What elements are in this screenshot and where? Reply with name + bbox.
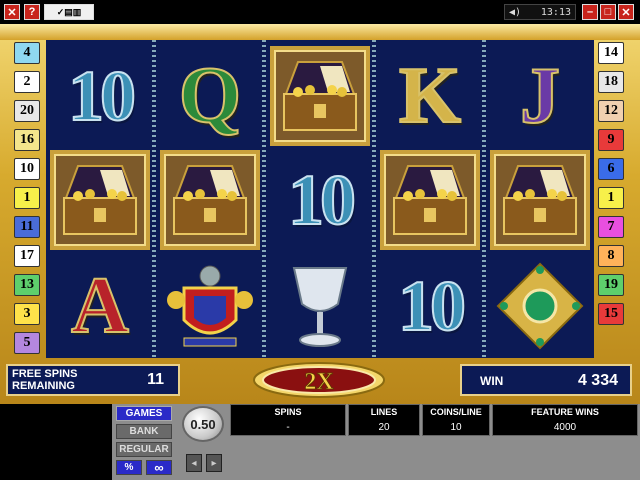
coins-line-label: COINS/LINE bbox=[430, 407, 482, 417]
win-value: 4 334 bbox=[577, 372, 618, 389]
payline-indicator[interactable]: 5 bbox=[14, 332, 40, 354]
regular-button[interactable]: REGULAR bbox=[116, 442, 172, 457]
payline-indicator[interactable]: 10 bbox=[14, 158, 40, 180]
payline-indicator[interactable]: 9 bbox=[598, 129, 624, 151]
payline-indicator[interactable]: 12 bbox=[598, 100, 624, 122]
games-button[interactable]: GAMES bbox=[116, 406, 172, 421]
payline-column-right: 14 18 12 9 6 1 7 8 19 15 bbox=[596, 40, 626, 360]
win-label: WIN bbox=[480, 374, 504, 388]
reel-cell: 10 bbox=[268, 148, 372, 252]
payline-indicator[interactable]: 20 bbox=[14, 100, 40, 122]
help-icon[interactable]: ? bbox=[24, 4, 40, 20]
coin-increase-icon[interactable]: ▸ bbox=[206, 454, 222, 472]
coins-line-value: 10 bbox=[450, 422, 462, 433]
clock-time: 13:13 bbox=[540, 6, 571, 18]
spins-label: SPINS bbox=[274, 407, 302, 417]
lines-stat: LINES 20 bbox=[348, 404, 420, 436]
payline-indicator[interactable]: 13 bbox=[14, 274, 40, 296]
bank-button[interactable]: BANK bbox=[116, 424, 172, 439]
coins-line-stat: COINS/LINE 10 bbox=[422, 404, 490, 436]
reel-cell: A bbox=[48, 254, 152, 358]
top-bar: ✕ ? ✓▤▥ ◀) 13:13 – □ ✕ bbox=[0, 0, 640, 24]
stats-icon[interactable]: ✓▤▥ bbox=[44, 4, 94, 20]
payline-column-left: 4 2 20 16 10 1 11 17 13 3 5 bbox=[12, 40, 42, 360]
reel-cell: J bbox=[488, 44, 592, 148]
minimize-icon[interactable]: – bbox=[582, 4, 598, 20]
symbol-a: A bbox=[70, 262, 130, 350]
gold-frame-top bbox=[0, 24, 640, 40]
multiplier-badge: 2X bbox=[253, 362, 385, 398]
payline-indicator[interactable]: 19 bbox=[598, 274, 624, 296]
spins-stat: SPINS - bbox=[230, 404, 346, 436]
feature-wins-stat: FEATURE WINS 4000 bbox=[492, 404, 638, 436]
autoplay-infinity-button[interactable]: ∞ bbox=[146, 460, 172, 475]
payline-indicator[interactable]: 16 bbox=[14, 129, 40, 151]
symbol-q: Q bbox=[178, 52, 242, 140]
reel-divider bbox=[262, 40, 266, 358]
reels-area: 10 A Q 10 K 10 J bbox=[46, 40, 594, 358]
treasure-chest-icon bbox=[268, 44, 372, 148]
payline-indicator[interactable]: 11 bbox=[14, 216, 40, 238]
silver-goblet-icon bbox=[268, 254, 372, 358]
close-icon[interactable]: ✕ bbox=[4, 4, 20, 20]
payline-indicator[interactable]: 1 bbox=[14, 187, 40, 209]
lines-value: 20 bbox=[378, 422, 390, 433]
feature-wins-label: FEATURE WINS bbox=[531, 407, 599, 417]
spins-value: - bbox=[286, 422, 290, 433]
reel-divider bbox=[482, 40, 486, 358]
reel-cell: Q bbox=[158, 44, 262, 148]
symbol-ten: 10 bbox=[67, 56, 137, 136]
payline-indicator[interactable]: 8 bbox=[598, 245, 624, 267]
symbol-j: J bbox=[519, 52, 561, 140]
multiplier-text: 2X bbox=[304, 369, 334, 395]
treasure-chest-icon bbox=[488, 148, 592, 252]
percent-button[interactable]: % bbox=[116, 460, 142, 475]
payline-indicator[interactable]: 6 bbox=[598, 158, 624, 180]
payline-indicator[interactable]: 1 bbox=[598, 187, 624, 209]
reel-divider bbox=[372, 40, 376, 358]
payline-indicator[interactable]: 18 bbox=[598, 71, 624, 93]
payline-indicator[interactable]: 4 bbox=[14, 42, 40, 64]
reel-cell: 10 bbox=[378, 254, 482, 358]
treasure-chest-icon bbox=[48, 148, 152, 252]
knight-crest-icon bbox=[158, 254, 262, 358]
reel-divider bbox=[152, 40, 156, 358]
payline-indicator[interactable]: 2 bbox=[14, 71, 40, 93]
symbol-k: K bbox=[398, 52, 462, 140]
feature-wins-value: 4000 bbox=[553, 422, 577, 433]
clock-display: ◀) 13:13 bbox=[504, 4, 576, 20]
reel-cell: 10 bbox=[48, 44, 152, 148]
payline-indicator[interactable]: 3 bbox=[14, 303, 40, 325]
reel-cell: K bbox=[378, 44, 482, 148]
lines-label: LINES bbox=[370, 407, 398, 417]
treasure-chest-icon bbox=[378, 148, 482, 252]
window-close-icon[interactable]: ✕ bbox=[618, 4, 634, 20]
free-spins-panel: FREE SPINS REMAINING 11 bbox=[6, 364, 180, 396]
speaker-icon[interactable]: ◀) bbox=[509, 7, 521, 18]
maximize-icon[interactable]: □ bbox=[600, 4, 616, 20]
payline-indicator[interactable]: 14 bbox=[598, 42, 624, 64]
coin-value-button[interactable]: 0.50 bbox=[182, 406, 224, 442]
symbol-ten: 10 bbox=[287, 160, 357, 240]
payline-indicator[interactable]: 17 bbox=[14, 245, 40, 267]
free-spins-label: FREE SPINS REMAINING bbox=[12, 368, 78, 392]
emerald-brooch-icon bbox=[488, 254, 592, 358]
coin-decrease-icon[interactable]: ◂ bbox=[186, 454, 202, 472]
payline-indicator[interactable]: 15 bbox=[598, 303, 624, 325]
win-panel: WIN 4 334 bbox=[460, 364, 632, 396]
treasure-chest-icon bbox=[158, 148, 262, 252]
free-spins-value: 11 bbox=[147, 371, 164, 388]
payline-indicator[interactable]: 7 bbox=[598, 216, 624, 238]
symbol-ten: 10 bbox=[397, 266, 467, 346]
